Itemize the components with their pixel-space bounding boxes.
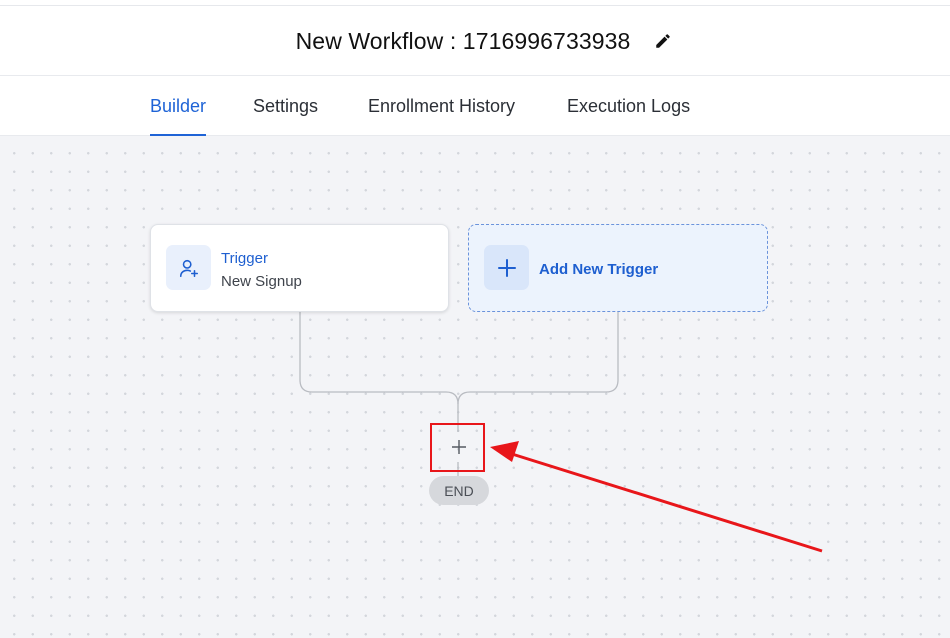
- user-plus-icon: [166, 245, 211, 290]
- tab-execution-logs[interactable]: Execution Logs: [567, 76, 690, 136]
- tab-settings[interactable]: Settings: [253, 76, 318, 136]
- trigger-subtitle: New Signup: [221, 273, 302, 290]
- add-new-trigger-card[interactable]: Add New Trigger: [468, 224, 768, 312]
- end-node: END: [429, 476, 489, 505]
- workflow-canvas[interactable]: [0, 136, 950, 638]
- tab-bar: Builder Settings Enrollment History Exec…: [0, 76, 950, 136]
- add-new-trigger-label: Add New Trigger: [539, 261, 659, 278]
- tab-builder[interactable]: Builder: [150, 76, 207, 136]
- annotation-highlight-box: [430, 423, 485, 472]
- pencil-icon[interactable]: [652, 30, 674, 52]
- trigger-label: Trigger: [221, 250, 268, 267]
- trigger-card[interactable]: Trigger New Signup: [150, 224, 449, 312]
- workflow-title: New Workflow : 1716996733938: [295, 27, 631, 54]
- plus-icon: [484, 245, 529, 290]
- workflow-header: New Workflow : 1716996733938: [0, 6, 950, 76]
- title-wrap: New Workflow : 1716996733938: [0, 6, 950, 76]
- tab-enrollment-history[interactable]: Enrollment History: [368, 76, 515, 136]
